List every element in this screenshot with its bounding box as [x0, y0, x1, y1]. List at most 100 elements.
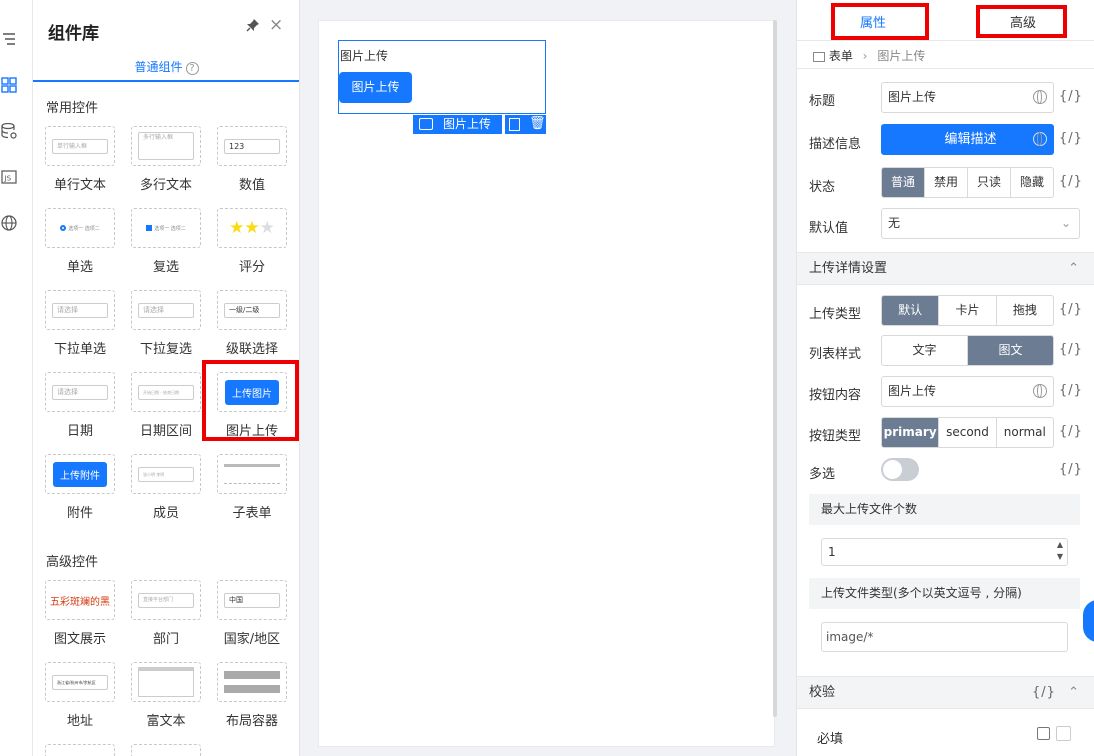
breadcrumb-item[interactable]: 表单: [829, 49, 853, 63]
tab-common-components[interactable]: 普通组件?: [33, 58, 299, 82]
fx-icon[interactable]: {/}: [1059, 131, 1083, 146]
star-empty-icon: ★: [259, 218, 275, 238]
multi-toggle[interactable]: [881, 458, 919, 481]
datasource-icon[interactable]: [0, 122, 18, 140]
card-cascader[interactable]: 一级/二级: [217, 290, 287, 330]
file-types-input[interactable]: image/*: [821, 622, 1068, 652]
card-radio[interactable]: 选项一 选项二: [45, 208, 115, 248]
chevron-up-icon: ⌃: [1068, 685, 1079, 700]
state-option[interactable]: 禁用: [924, 168, 967, 197]
globe-icon[interactable]: [1033, 383, 1047, 398]
list-style-option[interactable]: 图文: [967, 336, 1053, 365]
globe-icon[interactable]: [1033, 89, 1047, 104]
desc-button-label: 编辑描述: [944, 132, 997, 147]
card-partial[interactable]: [131, 744, 201, 756]
btn-type-option[interactable]: normal: [995, 418, 1053, 447]
form-canvas[interactable]: [318, 20, 775, 747]
card-attachment[interactable]: 上传附件: [45, 454, 115, 494]
max-files-input[interactable]: 1 ▲ ▼: [821, 538, 1068, 566]
card-rich-display[interactable]: 五彩斑斓的黑: [45, 580, 115, 620]
btn-content-input[interactable]: 图片上传: [881, 376, 1054, 407]
btn-content-value: 图片上传: [888, 384, 937, 398]
btn-type-option[interactable]: primary: [882, 418, 939, 447]
library-title: 组件库: [48, 24, 99, 44]
label-date-range: 日期区间: [139, 424, 192, 439]
delete-icon[interactable]: 🗑: [529, 116, 546, 131]
toggle-knob: [883, 460, 902, 479]
globe-icon[interactable]: [1033, 131, 1047, 146]
btn-type-segmented[interactable]: primary second normal: [881, 417, 1054, 448]
preview: 张小明 李明: [138, 466, 194, 482]
float-helper-button[interactable]: [1083, 600, 1094, 642]
fx-icon[interactable]: {/}: [1059, 342, 1083, 357]
card-select[interactable]: 请选择: [45, 290, 115, 330]
default-select[interactable]: 无 ⌄: [881, 208, 1080, 239]
validate-group-header[interactable]: 校验 {/} ⌃: [797, 676, 1094, 709]
card-multi-select[interactable]: 请选择: [131, 290, 201, 330]
preview: 请选择: [52, 302, 108, 318]
pin-icon[interactable]: [246, 18, 260, 36]
list-style-option[interactable]: 文字: [882, 336, 967, 365]
label-layout: 布局容器: [225, 714, 278, 729]
label-attachment: 附件: [66, 506, 93, 521]
upload-type-option[interactable]: 默认: [882, 296, 939, 325]
fx-icon[interactable]: {/}: [1059, 462, 1083, 477]
label-country: 国家/地区: [223, 632, 281, 647]
label-date: 日期: [66, 424, 93, 439]
canvas-scrollbar[interactable]: [773, 20, 777, 717]
stepper-icon[interactable]: ▲ ▼: [1057, 539, 1063, 563]
card-country[interactable]: 中国: [217, 580, 287, 620]
card-address[interactable]: 浙江省/杭州市/余杭区: [45, 662, 115, 702]
fx-icon[interactable]: {/}: [1059, 302, 1083, 317]
close-icon[interactable]: ×: [269, 15, 283, 35]
breadcrumb: 表单 › 图片上传: [813, 47, 925, 64]
card-multi-text[interactable]: 多行输入框: [131, 126, 201, 166]
svg-text:JS: JS: [4, 175, 12, 183]
card-partial[interactable]: [45, 744, 115, 756]
state-option[interactable]: 普通: [882, 168, 924, 197]
card-rating[interactable]: ★★ ★: [217, 208, 287, 248]
outline-icon[interactable]: [0, 30, 18, 48]
fx-icon[interactable]: {/}: [1059, 424, 1083, 439]
card-member[interactable]: 张小明 李明: [131, 454, 201, 494]
edit-icon[interactable]: [1037, 727, 1050, 740]
state-option[interactable]: 隐藏: [1010, 168, 1053, 197]
image-upload-button[interactable]: 图片上传: [339, 72, 412, 103]
upload-type-segmented[interactable]: 默认 卡片 拖拽: [881, 295, 1054, 326]
card-single-text[interactable]: 单行输入框: [45, 126, 115, 166]
upload-type-option[interactable]: 拖拽: [995, 296, 1053, 325]
fx-icon[interactable]: {/}: [1059, 383, 1083, 398]
card-rich-text[interactable]: [131, 662, 201, 702]
label-rich-display: 图文展示: [53, 632, 106, 647]
state-segmented[interactable]: 普通 禁用 只读 隐藏: [881, 167, 1054, 198]
js-icon[interactable]: JS: [0, 168, 18, 186]
fx-icon[interactable]: {/}: [1032, 677, 1056, 708]
card-date-range[interactable]: 开始日期 - 结束日期: [131, 372, 201, 412]
edit-description-button[interactable]: 编辑描述: [881, 124, 1054, 155]
card-checkbox[interactable]: 选项一 选项二: [131, 208, 201, 248]
fx-icon[interactable]: {/}: [1059, 174, 1083, 189]
preview: 浙江省/杭州市/余杭区: [52, 674, 108, 690]
copy-icon[interactable]: [509, 118, 520, 131]
required-checkbox[interactable]: [1056, 726, 1071, 741]
components-icon[interactable]: [0, 76, 18, 94]
file-types-header: 上传文件类型(多个以英文逗号 , 分隔): [809, 578, 1080, 609]
fx-icon[interactable]: {/}: [1059, 89, 1083, 104]
globe-icon[interactable]: [0, 214, 18, 232]
upload-group-header[interactable]: 上传详情设置 ⌃: [797, 252, 1094, 285]
card-subform[interactable]: [217, 454, 287, 494]
help-icon[interactable]: ?: [185, 62, 199, 75]
btn-type-option[interactable]: second: [938, 418, 995, 447]
preview: 一级/二级: [224, 302, 280, 318]
card-layout[interactable]: [217, 662, 287, 702]
preview: 多行输入框: [138, 132, 194, 160]
preview: 开始日期 - 结束日期: [138, 384, 194, 400]
card-number[interactable]: 123: [217, 126, 287, 166]
state-option[interactable]: 只读: [967, 168, 1010, 197]
card-date[interactable]: 请选择: [45, 372, 115, 412]
max-files-header: 最大上传文件个数: [809, 494, 1080, 525]
list-style-segmented[interactable]: 文字 图文: [881, 335, 1054, 366]
title-input[interactable]: 图片上传: [881, 82, 1054, 113]
upload-type-option[interactable]: 卡片: [938, 296, 995, 325]
card-department[interactable]: 直接平台部门: [131, 580, 201, 620]
